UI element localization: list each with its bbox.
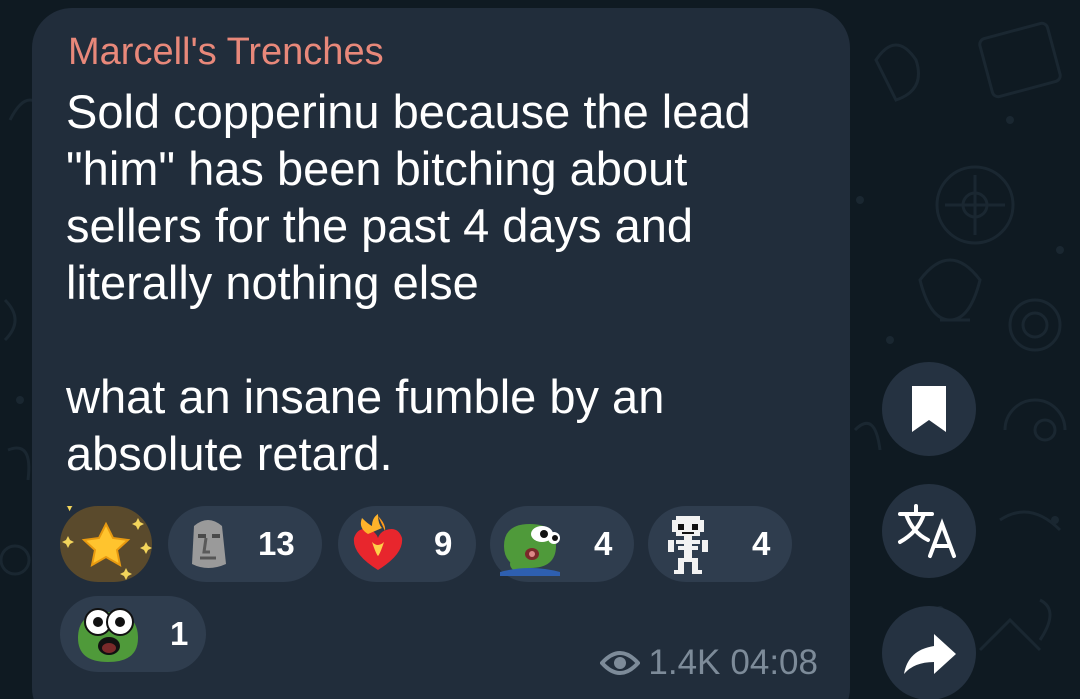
translate-icon	[898, 504, 956, 558]
reaction-star[interactable]	[60, 506, 152, 582]
message-meta: 1.4K 04:08	[600, 640, 818, 686]
message-text-line: sellers for the past 4 days and	[66, 199, 694, 252]
translate-button[interactable]	[882, 484, 976, 578]
reaction-count: 4	[594, 525, 613, 562]
share-icon	[904, 634, 956, 674]
reaction-skeleton[interactable]: 4	[648, 506, 792, 582]
reaction-pepe-shocked[interactable]: 1	[60, 596, 206, 672]
eye-icon	[600, 651, 641, 675]
reaction-count: 9	[434, 525, 453, 562]
message-text-line: literally nothing else	[66, 256, 479, 309]
message-text-line: Sold copperinu because the lead	[66, 85, 751, 138]
reaction-count: 13	[258, 525, 295, 562]
pepe-donut-icon	[500, 524, 560, 576]
moai-icon	[192, 520, 226, 568]
skeleton-icon	[668, 516, 708, 574]
heart-on-fire-icon	[353, 514, 403, 570]
views-count: 1.4K	[648, 643, 721, 682]
star-icon	[62, 506, 152, 580]
sender-name[interactable]: Marcell's Trenches	[68, 28, 384, 76]
share-button[interactable]	[882, 606, 976, 699]
reaction-heart-on-fire[interactable]: 9	[338, 506, 476, 582]
bookmark-button[interactable]	[882, 362, 976, 456]
reaction-moai[interactable]: 13	[168, 506, 322, 582]
message-text-line: absolute retard.	[66, 427, 393, 480]
reaction-count: 4	[752, 525, 771, 562]
bookmark-icon	[912, 386, 946, 432]
reaction-pepe-donut[interactable]: 4	[490, 506, 634, 582]
pepe-shocked-icon	[78, 608, 138, 662]
message-text-line: "him" has been bitching about	[66, 142, 688, 195]
message-time: 04:08	[730, 643, 818, 682]
message-text-line: what an insane fumble by an	[66, 370, 665, 423]
reaction-count: 1	[170, 615, 189, 652]
views-counter: 1.4K	[600, 643, 720, 683]
